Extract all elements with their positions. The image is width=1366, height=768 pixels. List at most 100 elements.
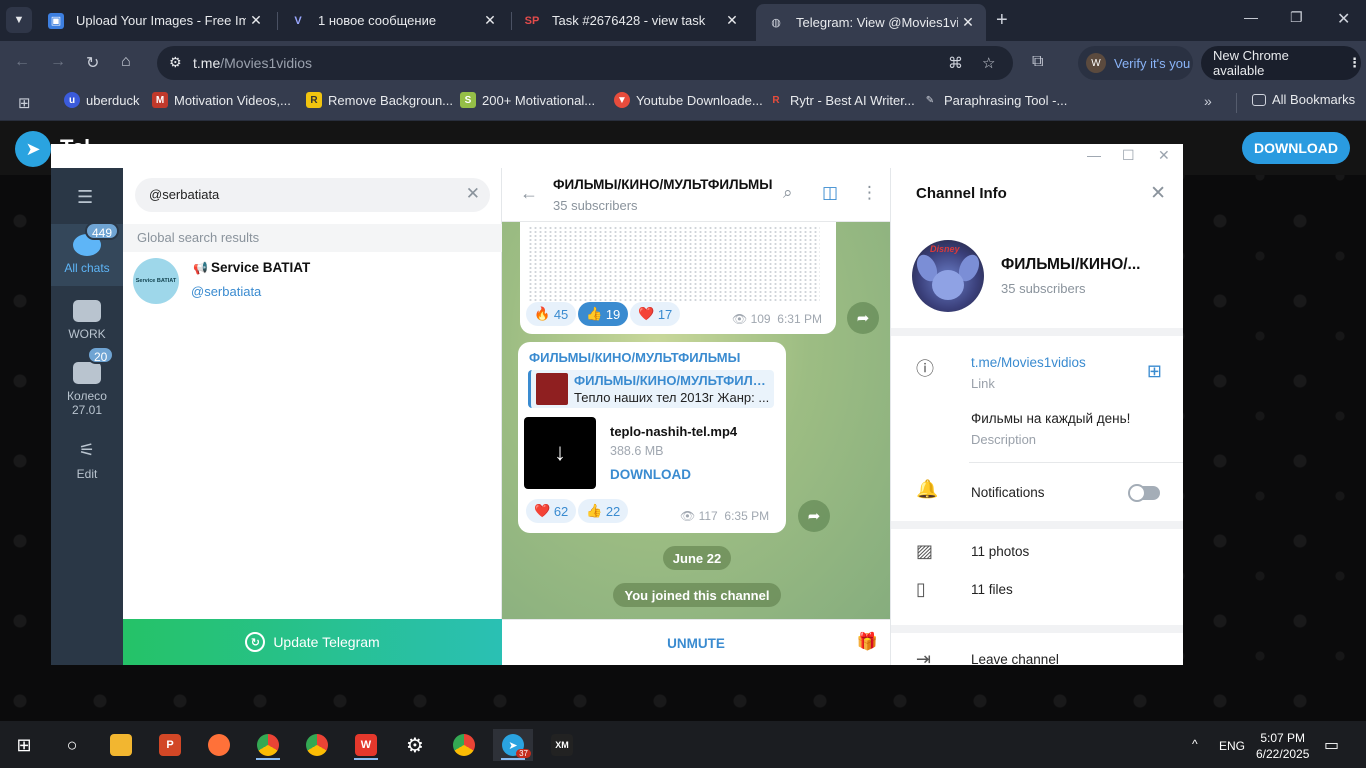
notification-center-icon[interactable]: ▭ <box>1324 735 1339 755</box>
tab-telegram[interactable]: ◍ Telegram: View @Movies1vidios ✕ <box>756 4 986 41</box>
page-download-button[interactable]: DOWNLOAD <box>1242 132 1350 164</box>
reaction-thumbs-up[interactable]: 👍 19 <box>578 302 629 326</box>
qr-code-icon[interactable]: ⊞ <box>1147 361 1162 382</box>
verify-profile-button[interactable]: W Verify it's you <box>1078 46 1193 80</box>
fire-emoji: 🔥 <box>534 306 551 321</box>
reaction-count: 22 <box>605 503 621 519</box>
reaction-heart[interactable]: ❤️ 17 <box>630 302 681 326</box>
site-info-icon[interactable]: ⚙ <box>169 54 182 71</box>
chrome-profile-icon[interactable] <box>248 729 288 761</box>
bookmark-uberduck[interactable]: u uberduck <box>64 92 139 108</box>
unmute-button[interactable]: UNMUTE <box>502 620 890 665</box>
photos-count[interactable]: 11 photos <box>971 544 1029 559</box>
wps-presentation-icon[interactable]: P <box>150 729 190 761</box>
system-clock[interactable]: 5:07 PM 6/22/2025 <box>1256 730 1309 762</box>
reaction-fire[interactable]: 🔥 45 <box>526 302 577 326</box>
folder-koleso[interactable]: 20 Колесо 27.01 <box>51 346 123 420</box>
search-icon[interactable]: ⌕ <box>783 183 793 203</box>
url-text[interactable]: t.me/Movies1vidios <box>193 55 312 71</box>
home-icon[interactable]: ⌂ <box>121 53 131 71</box>
close-window-icon[interactable]: ✕ <box>1337 9 1350 29</box>
message-bubble[interactable]: 🔥 45 👍 19 ❤️ 17 👁 109 6:31 PM <box>520 222 836 334</box>
back-icon[interactable]: ← <box>14 53 30 71</box>
folder-all-chats[interactable]: 449 All chats <box>51 222 123 286</box>
new-tab-button[interactable]: + <box>996 9 1008 32</box>
bookmark-youtube-downloader[interactable]: ▼ Youtube Downloade... <box>614 92 763 108</box>
clear-search-icon[interactable]: ✕ <box>466 184 480 204</box>
telegram-taskbar-icon[interactable]: ➤ 37 <box>493 729 533 761</box>
bookmark-remove-background[interactable]: R Remove Backgroun... <box>306 92 453 108</box>
image-preview <box>528 226 820 302</box>
search-circle-icon[interactable]: ○ <box>52 729 92 761</box>
update-telegram-button[interactable]: ↻ Update Telegram <box>123 619 502 665</box>
tab-search-button[interactable]: ▼ <box>6 7 32 33</box>
bookmark-paraphrasing-tool[interactable]: ✎ Paraphrasing Tool -... <box>922 92 1068 108</box>
close-tab-icon[interactable]: ✕ <box>480 12 500 29</box>
forwarded-preview[interactable]: ФИЛЬМЫ/КИНО/МУЛЬТФИЛЬМЫ Тепло наших тел … <box>528 370 774 408</box>
reload-icon[interactable]: ↻ <box>86 53 99 73</box>
all-bookmarks[interactable]: All Bookmarks <box>1252 92 1355 107</box>
close-tab-icon[interactable]: ✕ <box>722 12 742 29</box>
chrome-profile2-icon[interactable] <box>444 729 484 761</box>
message-bubble[interactable]: ФИЛЬМЫ/КИНО/МУЛЬТФИЛЬМЫ ФИЛЬМЫ/КИНО/МУЛЬ… <box>518 342 786 533</box>
translate-icon[interactable]: ⌘ <box>948 54 963 72</box>
sidebar-toggle-icon[interactable]: ◫ <box>822 183 838 203</box>
start-icon[interactable]: ⊞ <box>4 729 44 761</box>
more-bookmarks-icon[interactable]: » <box>1204 93 1212 109</box>
reaction-thumbs-up[interactable]: 👍 22 <box>578 499 629 523</box>
leave-channel-button[interactable]: Leave channel <box>971 652 1059 665</box>
share-icon[interactable]: ➦ <box>847 302 879 334</box>
search-result-item[interactable]: Service BATIAT 📢 Service BATIAT @serbatia… <box>123 254 502 310</box>
telegram-logo-icon[interactable]: ➤ <box>15 131 51 167</box>
folder-label: Edit <box>76 467 98 481</box>
tab-task[interactable]: SP Task #2676428 - view task ✕ <box>512 6 750 35</box>
file-download-link[interactable]: DOWNLOAD <box>610 467 691 482</box>
channel-info-panel: Channel Info ✕ Disney ФИЛЬМЫ/КИНО/... 35… <box>890 168 1183 665</box>
result-avatar: Service BATIAT <box>133 258 179 304</box>
download-arrow-icon[interactable]: ↓ <box>524 417 596 489</box>
share-icon[interactable]: ➦ <box>798 500 830 532</box>
search-input[interactable]: @serbatiata ✕ <box>135 178 490 212</box>
forward-icon[interactable]: → <box>50 53 66 71</box>
tg-maximize-icon[interactable]: ☐ <box>1122 147 1135 164</box>
tg-minimize-icon[interactable]: — <box>1087 147 1101 163</box>
chat-title[interactable]: ФИЛЬМЫ/КИНО/МУЛЬТФИЛЬМЫ <box>553 177 772 192</box>
language-indicator[interactable]: ENG <box>1219 739 1245 753</box>
minimize-icon[interactable]: — <box>1244 9 1258 25</box>
gift-icon[interactable]: 🎁 <box>857 632 878 652</box>
extensions-icon[interactable]: ⧉ <box>1032 53 1043 71</box>
maximize-icon[interactable]: ❐ <box>1290 9 1303 26</box>
apps-grid-icon[interactable]: ⊞ <box>18 94 31 112</box>
bookmark-rytr[interactable]: R Rytr - Best AI Writer... <box>768 92 914 108</box>
tab-new-message[interactable]: V 1 новое сообщение ✕ <box>278 6 508 35</box>
settings-gear-icon[interactable]: ⚙ <box>395 729 435 761</box>
folder-edit[interactable]: ⚟ Edit <box>51 436 123 482</box>
info-title: Channel Info <box>916 185 1007 202</box>
close-tab-icon[interactable]: ✕ <box>958 14 978 31</box>
bookmark-motivational[interactable]: S 200+ Motivational... <box>460 92 595 108</box>
firefox-icon[interactable] <box>199 729 239 761</box>
wps-office-icon[interactable]: W <box>346 729 386 761</box>
tg-close-icon[interactable]: ✕ <box>1158 147 1170 164</box>
chrome-icon[interactable] <box>297 729 337 761</box>
close-tab-icon[interactable]: ✕ <box>246 12 266 29</box>
bookmark-motivation-videos[interactable]: M Motivation Videos,... <box>152 92 291 108</box>
channel-avatar[interactable]: Disney <box>912 240 984 312</box>
channel-link[interactable]: t.me/Movies1vidios <box>971 355 1086 370</box>
new-chrome-button[interactable]: New Chrome available ⋮ <box>1201 46 1361 80</box>
bookmark-star-icon[interactable]: ☆ <box>982 54 995 72</box>
file-explorer-icon[interactable] <box>101 729 141 761</box>
files-count[interactable]: 11 files <box>971 582 1013 597</box>
tray-chevron-icon[interactable]: ^ <box>1192 737 1198 751</box>
notifications-toggle[interactable] <box>1128 484 1160 502</box>
xm-icon[interactable]: XM <box>542 729 582 761</box>
more-icon[interactable]: ⋮ <box>861 183 878 203</box>
reaction-heart[interactable]: ❤️ 62 <box>526 499 577 523</box>
hamburger-menu-icon[interactable]: ☰ <box>77 187 93 208</box>
tab-upload-images[interactable]: ▣ Upload Your Images - Free Imag ✕ <box>36 6 274 35</box>
folder-work[interactable]: WORK <box>51 296 123 346</box>
address-bar[interactable]: ⚙ t.me/Movies1vidios ⌘ ☆ <box>157 46 1013 80</box>
channel-description: Фильмы на каждый день! <box>971 411 1131 426</box>
close-icon[interactable]: ✕ <box>1150 182 1166 205</box>
back-arrow-icon[interactable]: ← <box>520 183 538 204</box>
